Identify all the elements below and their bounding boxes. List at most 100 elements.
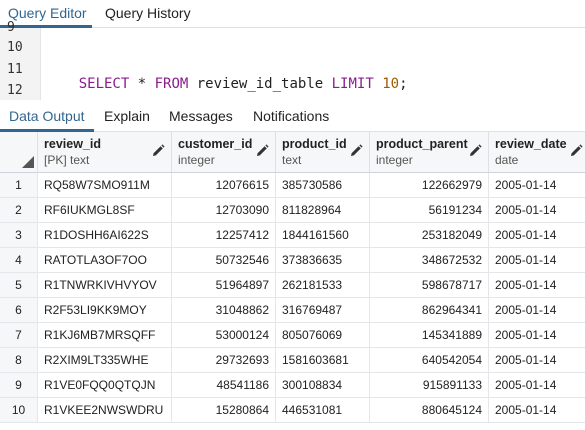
cell-product-id[interactable]: 316769487 (276, 298, 370, 322)
cell-customer-id[interactable]: 29732693 (172, 348, 276, 372)
cell-product-id[interactable]: 446531081 (276, 398, 370, 422)
cell-customer-id[interactable]: 12076615 (172, 173, 276, 197)
cell-review-date[interactable]: 2005-01-14 (489, 348, 585, 372)
cell-product-parent[interactable]: 862964341 (370, 298, 489, 322)
pencil-icon[interactable] (349, 144, 363, 158)
table-row[interactable]: 5 R1TNWRKIVHVYOV 51964897 262181533 5986… (0, 273, 585, 298)
cell-product-parent[interactable]: 145341889 (370, 323, 489, 347)
row-number[interactable]: 1 (0, 173, 38, 197)
column-type: date (495, 153, 519, 167)
cell-product-parent[interactable]: 915891133 (370, 373, 489, 397)
column-type: integer (178, 153, 215, 167)
row-number[interactable]: 5 (0, 273, 38, 297)
cell-product-id[interactable]: 1581603681 (276, 348, 370, 372)
table-row[interactable]: 6 R2F53LI9KK9MOY 31048862 316769487 8629… (0, 298, 585, 323)
table-row[interactable]: 10 R1VKEE2NWSWDRU 15280864 446531081 880… (0, 398, 585, 423)
sql-text: ; (399, 76, 408, 92)
cell-review-date[interactable]: 2005-01-14 (489, 173, 585, 197)
cell-review-id[interactable]: R1VE0FQQ0QTQJN (38, 373, 172, 397)
cell-review-id[interactable]: R1VKEE2NWSWDRU (38, 398, 172, 422)
pencil-icon[interactable] (151, 144, 165, 158)
cell-product-id[interactable]: 805076069 (276, 323, 370, 347)
table-row[interactable]: 9 R1VE0FQQ0QTQJN 48541186 300108834 9158… (0, 373, 585, 398)
cell-review-id[interactable]: RQ58W7SMO911M (38, 173, 172, 197)
column-header-customer-id[interactable]: customer_id integer (172, 132, 276, 173)
cell-customer-id[interactable]: 15280864 (172, 398, 276, 422)
row-number[interactable]: 2 (0, 198, 38, 222)
row-number[interactable]: 6 (0, 298, 38, 322)
column-header-review-id[interactable]: review_id [PK] text (38, 132, 172, 173)
table-row[interactable]: 4 RATOTLA3OF7OO 50732546 373836635 34867… (0, 248, 585, 273)
cell-customer-id[interactable]: 53000124 (172, 323, 276, 347)
cell-review-id[interactable]: RF6IUKMGL8SF (38, 198, 172, 222)
select-all-icon (22, 156, 34, 168)
row-number[interactable]: 7 (0, 323, 38, 347)
tab-query-history[interactable]: Query History (105, 4, 191, 26)
tab-data-output[interactable]: Data Output (9, 108, 85, 124)
cell-review-id[interactable]: R2F53LI9KK9MOY (38, 298, 172, 322)
cell-review-id[interactable]: R1DOSHH6AI622S (38, 223, 172, 247)
cell-customer-id[interactable]: 12257412 (172, 223, 276, 247)
cell-product-id[interactable]: 262181533 (276, 273, 370, 297)
tab-explain[interactable]: Explain (104, 108, 150, 124)
cell-review-id[interactable]: RATOTLA3OF7OO (38, 248, 172, 272)
cell-review-date[interactable]: 2005-01-14 (489, 223, 585, 247)
cell-customer-id[interactable]: 48541186 (172, 373, 276, 397)
cell-customer-id[interactable]: 51964897 (172, 273, 276, 297)
cell-review-date[interactable]: 2005-01-14 (489, 373, 585, 397)
column-header-product-parent[interactable]: product_parent integer (370, 132, 489, 173)
cell-product-parent[interactable]: 640542054 (370, 348, 489, 372)
row-number[interactable]: 4 (0, 248, 38, 272)
pencil-icon[interactable] (255, 144, 269, 158)
cell-review-date[interactable]: 2005-01-14 (489, 398, 585, 422)
cell-product-parent[interactable]: 348672532 (370, 248, 489, 272)
cell-product-parent[interactable]: 880645124 (370, 398, 489, 422)
column-header-product-id[interactable]: product_id text (276, 132, 370, 173)
table-row[interactable]: 8 R2XIM9LT335WHE 29732693 1581603681 640… (0, 348, 585, 373)
pencil-icon[interactable] (468, 144, 482, 158)
data-output-grid: review_id [PK] text customer_id integer … (0, 132, 585, 430)
table-row[interactable]: 7 R1KJ6MB7MRSQFF 53000124 805076069 1453… (0, 323, 585, 348)
cell-customer-id[interactable]: 50732546 (172, 248, 276, 272)
row-number[interactable]: 9 (0, 373, 38, 397)
table-row[interactable]: 3 R1DOSHH6AI622S 12257412 1844161560 253… (0, 223, 585, 248)
sql-number: 10 (382, 76, 400, 92)
cell-product-id[interactable]: 373836635 (276, 248, 370, 272)
column-type: [PK] text (44, 153, 90, 167)
sql-editor[interactable]: 9 10 11 12 SELECT * FROM review_id_table… (0, 20, 585, 100)
cell-product-parent[interactable]: 598678717 (370, 273, 489, 297)
table-row[interactable]: 2 RF6IUKMGL8SF 12703090 811828964 561912… (0, 198, 585, 223)
column-name: product_parent (376, 137, 468, 151)
cell-product-id[interactable]: 385730586 (276, 173, 370, 197)
tab-messages[interactable]: Messages (169, 108, 233, 124)
cell-product-parent[interactable]: 253182049 (370, 223, 489, 247)
cell-product-id[interactable]: 811828964 (276, 198, 370, 222)
sql-text: * (129, 76, 155, 92)
cell-review-date[interactable]: 2005-01-14 (489, 298, 585, 322)
column-name: product_id (282, 137, 347, 151)
row-number[interactable]: 10 (0, 398, 38, 422)
cell-review-date[interactable]: 2005-01-14 (489, 248, 585, 272)
cell-customer-id[interactable]: 12703090 (172, 198, 276, 222)
table-row[interactable]: 1 RQ58W7SMO911M 12076615 385730586 12266… (0, 173, 585, 198)
cell-product-parent[interactable]: 122662979 (370, 173, 489, 197)
cell-product-id[interactable]: 300108834 (276, 373, 370, 397)
cell-review-date[interactable]: 2005-01-14 (489, 198, 585, 222)
cell-review-date[interactable]: 2005-01-14 (489, 323, 585, 347)
line-number: 9 (7, 20, 15, 35)
pencil-icon[interactable] (569, 144, 583, 158)
sql-table-name: review_id_table (188, 76, 332, 92)
cell-review-id[interactable]: R1KJ6MB7MRSQFF (38, 323, 172, 347)
row-number[interactable]: 3 (0, 223, 38, 247)
cell-review-id[interactable]: R2XIM9LT335WHE (38, 348, 172, 372)
column-header-review-date[interactable]: review_date date (489, 132, 585, 173)
cell-product-parent[interactable]: 56191234 (370, 198, 489, 222)
grid-corner[interactable] (0, 132, 38, 173)
cell-review-date[interactable]: 2005-01-14 (489, 273, 585, 297)
cell-review-id[interactable]: R1TNWRKIVHVYOV (38, 273, 172, 297)
cell-product-id[interactable]: 1844161560 (276, 223, 370, 247)
tab-notifications[interactable]: Notifications (253, 108, 329, 124)
row-number[interactable]: 8 (0, 348, 38, 372)
cell-customer-id[interactable]: 31048862 (172, 298, 276, 322)
